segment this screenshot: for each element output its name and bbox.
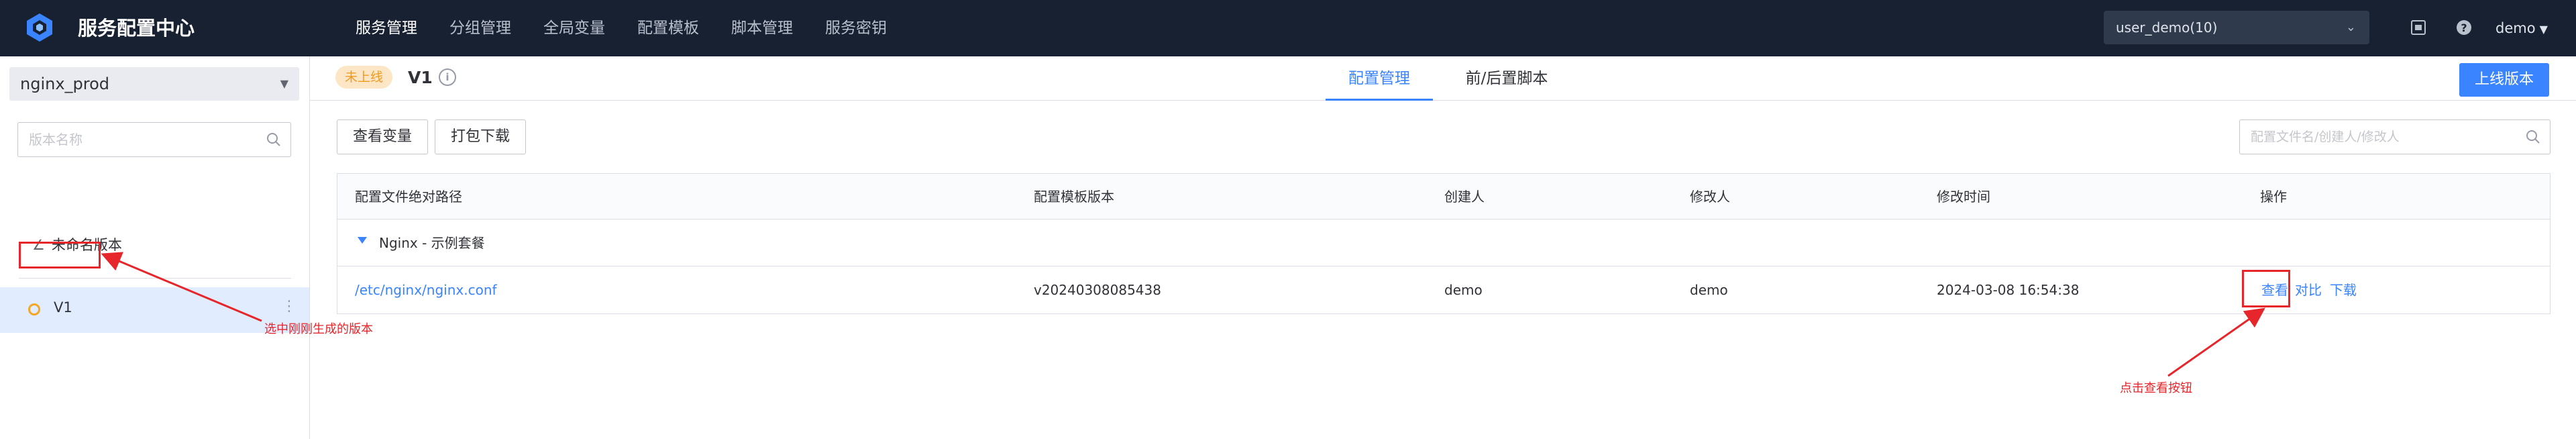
column-header-path: 配置文件绝对路径	[355, 189, 462, 205]
annotation-text-view: 点击查看按钮	[2120, 381, 2192, 395]
table-row: /etc/nginx/nginx.conf v20240308085438 de…	[337, 266, 2550, 313]
creator-cell: demo	[1444, 282, 1483, 298]
nav-item-config-template[interactable]: 配置模板	[637, 0, 699, 56]
annotation-box-view	[2242, 270, 2290, 307]
view-variables-button[interactable]: 查看变量	[337, 119, 428, 154]
caret-down-icon: ▼	[2539, 23, 2548, 36]
config-file-search-placeholder: 配置文件名/创建人/修改人	[2251, 130, 2400, 144]
template-group-label: Nginx - 示例套餐	[379, 235, 485, 251]
config-file-path-link[interactable]: /etc/nginx/nginx.conf	[355, 266, 497, 313]
expand-triangle-icon[interactable]	[358, 237, 367, 244]
help-icon[interactable]: ?	[2455, 19, 2473, 36]
top-navigation-bar: 服务配置中心 服务管理 分组管理 全局变量 配置模板 脚本管理 服务密钥 use…	[0, 0, 2576, 56]
column-header-creator: 创建人	[1444, 189, 1485, 205]
compare-button[interactable]: 对比	[2295, 266, 2322, 313]
annotation-box-version	[19, 242, 101, 269]
main-nav: 服务管理 分组管理 全局变量 配置模板 脚本管理 服务密钥	[356, 0, 919, 56]
annotation-arrow-view	[2167, 307, 2265, 377]
unpublished-status-icon	[28, 303, 40, 315]
version-item-label: V1	[54, 299, 72, 315]
table-header: 配置文件绝对路径 配置模板版本 创建人 修改人 修改时间 操作	[337, 174, 2550, 220]
chevron-down-icon: ⌄	[2345, 20, 2356, 34]
nav-item-service-key[interactable]: 服务密钥	[825, 0, 887, 56]
more-icon[interactable]: ⋮	[282, 298, 297, 315]
info-icon[interactable]: i	[439, 68, 456, 86]
column-header-template-version: 配置模板版本	[1034, 189, 1114, 205]
user-name: demo	[2496, 20, 2536, 36]
config-file-table: 配置文件绝对路径 配置模板版本 创建人 修改人 修改时间 操作 Nginx - …	[337, 173, 2551, 314]
app-logo-icon	[27, 13, 52, 42]
version-title: V1	[408, 68, 433, 87]
search-icon	[267, 133, 280, 146]
version-search-input[interactable]: 版本名称	[17, 122, 291, 157]
annotation-text-version: 选中刚刚生成的版本	[264, 322, 373, 336]
version-item-v1[interactable]: V1 ⋮	[0, 287, 309, 333]
business-select[interactable]: user_demo(10) ⌄	[2104, 11, 2369, 44]
svg-text:?: ?	[2461, 21, 2467, 34]
template-group-row[interactable]: Nginx - 示例套餐	[337, 220, 2550, 266]
modifier-cell: demo	[1690, 282, 1728, 298]
nav-item-script[interactable]: 脚本管理	[731, 0, 793, 56]
config-file-search-input[interactable]: 配置文件名/创建人/修改人	[2239, 119, 2551, 154]
pack-download-button[interactable]: 打包下载	[435, 119, 526, 154]
modified-time-cell: 2024-03-08 16:54:38	[1937, 282, 2080, 298]
nav-item-service[interactable]: 服务管理	[356, 0, 417, 56]
sidebar-divider	[19, 278, 291, 279]
publish-version-button[interactable]: 上线版本	[2459, 63, 2549, 97]
business-select-value: user_demo(10)	[2116, 19, 2218, 36]
nav-item-group[interactable]: 分组管理	[449, 0, 511, 56]
nav-item-global-vars[interactable]: 全局变量	[543, 0, 605, 56]
user-menu[interactable]: demo ▼	[2496, 0, 2548, 58]
column-header-modified-time: 修改时间	[1937, 189, 1990, 205]
version-header: 未上线 V1 i 配置管理 前/后置脚本 上线版本	[310, 56, 2576, 101]
template-version-cell: v20240308085438	[1034, 282, 1161, 298]
version-search-placeholder: 版本名称	[29, 132, 83, 148]
column-header-actions: 操作	[2260, 189, 2287, 205]
service-select[interactable]: nginx_prod ▼	[9, 67, 299, 101]
tab-pre-post-script[interactable]: 前/后置脚本	[1452, 56, 1562, 101]
caret-down-icon: ▼	[280, 77, 288, 90]
download-button[interactable]: 下载	[2330, 266, 2357, 313]
search-icon	[2526, 130, 2540, 144]
status-badge: 未上线	[335, 66, 393, 89]
document-icon[interactable]	[2410, 19, 2427, 36]
app-brand-title: 服务配置中心	[78, 17, 195, 40]
tab-config-management[interactable]: 配置管理	[1326, 56, 1433, 101]
column-header-modifier: 修改人	[1690, 189, 1730, 205]
service-select-value: nginx_prod	[20, 75, 110, 93]
